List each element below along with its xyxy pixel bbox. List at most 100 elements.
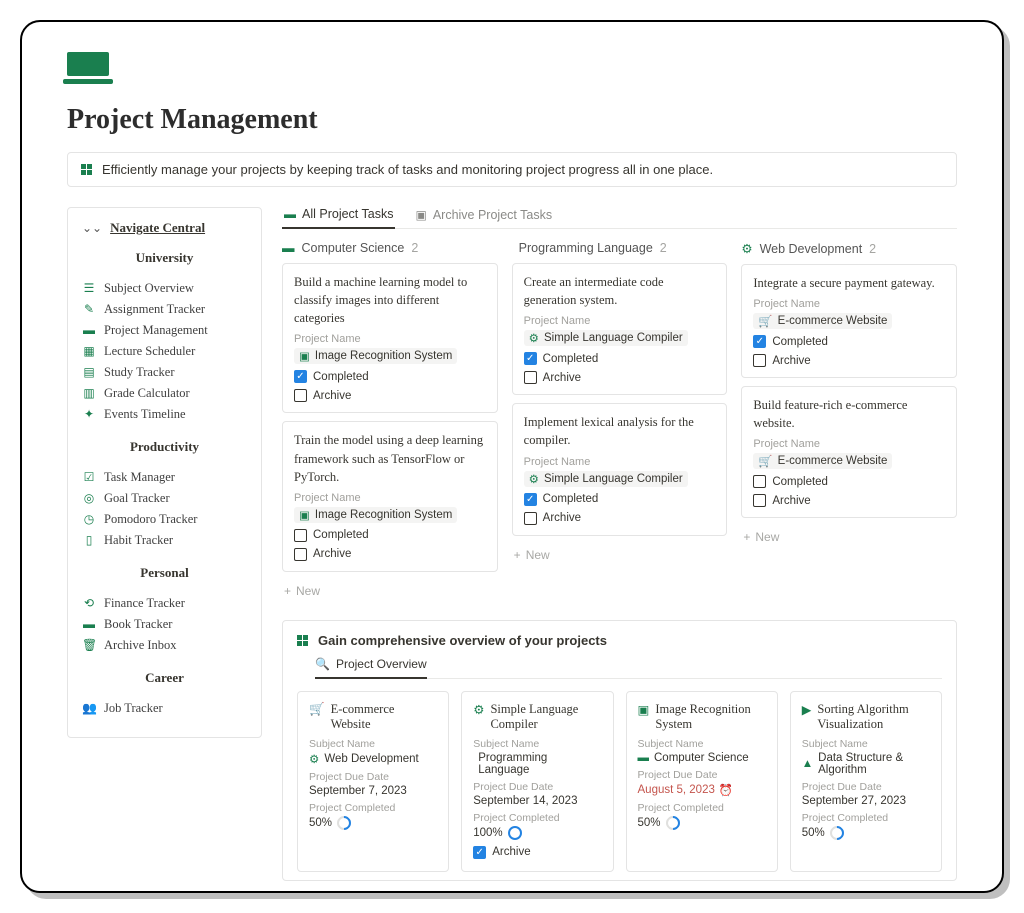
overview-card[interactable]: 🛒E-commerce WebsiteSubject Name⚙Web Deve…: [297, 691, 449, 872]
nav-label: Goal Tracker: [104, 491, 170, 506]
task-card[interactable]: Create an intermediate code generation s…: [512, 263, 728, 395]
nav-title[interactable]: Navigate Central: [110, 220, 205, 236]
sidebar-item-pomodoro-tracker[interactable]: ◷Pomodoro Tracker: [82, 509, 247, 530]
archive-checkbox[interactable]: [753, 494, 766, 507]
new-task-button[interactable]: +New: [282, 580, 498, 602]
field-label: Project Completed: [802, 812, 930, 824]
group-header[interactable]: Programming Language2: [512, 241, 728, 255]
section-heading: Personal: [82, 565, 247, 581]
completed-checkbox[interactable]: ✓: [294, 370, 307, 383]
tab-project-overview[interactable]: 🔍 Project Overview: [315, 657, 427, 679]
sidebar-item-grade-calculator[interactable]: ▥Grade Calculator: [82, 383, 247, 404]
task-title: Build feature-rich e-commerce website.: [753, 396, 945, 432]
task-card[interactable]: Build feature-rich e-commerce website.Pr…: [741, 386, 957, 518]
sort-icon: ▶: [802, 702, 812, 718]
sidebar-item-task-manager[interactable]: ☑Task Manager: [82, 467, 247, 488]
task-title: Train the model using a deep learning fr…: [294, 431, 486, 485]
image-icon: ▣: [638, 702, 650, 718]
percent: 100%: [473, 827, 502, 839]
completed-checkbox[interactable]: ✓: [524, 352, 537, 365]
completed-label: Completed: [543, 353, 599, 365]
globe-icon: ⚙: [741, 241, 752, 256]
sidebar-item-study-tracker[interactable]: ▤Study Tracker: [82, 362, 247, 383]
group-count: 2: [869, 242, 876, 256]
field-label: Project Name: [524, 456, 716, 468]
completed-checkbox[interactable]: [753, 475, 766, 488]
project-tag[interactable]: ▣Image Recognition System: [294, 348, 457, 364]
field-label: Project Name: [294, 492, 486, 504]
completed-checkbox[interactable]: [294, 529, 307, 542]
compiler-icon: ⚙: [529, 472, 539, 486]
completed-label: Completed: [772, 336, 828, 348]
archive-checkbox[interactable]: [753, 354, 766, 367]
project-tag[interactable]: ⚙Simple Language Compiler: [524, 330, 688, 346]
group-name: Computer Science: [302, 241, 405, 255]
sidebar-item-assignment-tracker[interactable]: ✎Assignment Tracker: [82, 299, 247, 320]
overview-section: Gain comprehensive overview of your proj…: [282, 620, 957, 881]
collapse-icon[interactable]: ⌄⌄: [82, 221, 102, 235]
check-square-icon: ☑: [82, 470, 96, 485]
task-card[interactable]: Integrate a secure payment gateway.Proje…: [741, 264, 957, 378]
overview-card[interactable]: ▣Image Recognition SystemSubject Name▬Co…: [626, 691, 778, 872]
new-label: New: [755, 530, 779, 544]
task-card[interactable]: Train the model using a deep learning fr…: [282, 421, 498, 571]
plus-icon: +: [514, 548, 521, 562]
nav-label: Habit Tracker: [104, 533, 173, 548]
new-label: New: [526, 548, 550, 562]
completed-checkbox[interactable]: ✓: [753, 335, 766, 348]
new-task-button[interactable]: +New: [741, 526, 957, 548]
sidebar-item-archive-inbox[interactable]: 🗑Archive Inbox: [82, 635, 247, 656]
subject-name: Data Structure & Algorithm: [818, 752, 930, 776]
group-header[interactable]: ⚙Web Development2: [741, 241, 957, 256]
cup-icon: ▯: [82, 533, 96, 548]
sidebar-item-book-tracker[interactable]: ▬Book Tracker: [82, 614, 247, 635]
sidebar-item-goal-tracker[interactable]: ◎Goal Tracker: [82, 488, 247, 509]
due-date-late: August 5, 2023⏰: [638, 783, 734, 797]
project-name: Image Recognition System: [315, 509, 452, 521]
field-label: Project Completed: [638, 802, 766, 814]
tab-archive-tasks[interactable]: ▣ Archive Project Tasks: [413, 207, 554, 228]
project-tag[interactable]: ⚙Simple Language Compiler: [524, 471, 688, 487]
nav-label: Study Tracker: [104, 365, 175, 380]
subject-name: Programming Language: [478, 752, 601, 776]
tab-all-tasks[interactable]: ▬ All Project Tasks: [282, 207, 395, 229]
search-icon: 🔍: [315, 657, 330, 671]
field-label: Subject Name: [802, 738, 930, 750]
archive-checkbox[interactable]: [524, 371, 537, 384]
sidebar-item-lecture-scheduler[interactable]: ▦Lecture Scheduler: [82, 341, 247, 362]
tab-label: Project Overview: [336, 657, 427, 671]
sidebar-item-finance-tracker[interactable]: ⟲Finance Tracker: [82, 593, 247, 614]
archive-checkbox[interactable]: [294, 389, 307, 402]
sidebar-item-habit-tracker[interactable]: ▯ Habit Tracker: [82, 530, 247, 551]
project-tag[interactable]: 🛒E-commerce Website: [753, 453, 892, 469]
sidebar-item-events-timeline[interactable]: ✦Events Timeline: [82, 404, 247, 425]
completed-checkbox[interactable]: ✓: [524, 493, 537, 506]
laptop-icon: ▬: [638, 752, 650, 764]
project-tag[interactable]: ▣Image Recognition System: [294, 507, 457, 523]
completed-label: Completed: [313, 529, 369, 541]
project-tag[interactable]: 🛒E-commerce Website: [753, 313, 892, 329]
field-label: Project Completed: [473, 812, 601, 824]
task-card[interactable]: Implement lexical analysis for the compi…: [512, 403, 728, 535]
new-task-button[interactable]: + New: [512, 544, 728, 566]
nav-label: Book Tracker: [104, 617, 172, 632]
overview-card[interactable]: ▶Sorting Algorithm VisualizationSubject …: [790, 691, 942, 872]
archive-checkbox[interactable]: [294, 548, 307, 561]
nav-label: Grade Calculator: [104, 386, 190, 401]
group-name: Programming Language: [519, 241, 653, 255]
tab-label: All Project Tasks: [302, 207, 393, 221]
archive-checkbox[interactable]: ✓: [473, 846, 486, 859]
project-title: E-commerce Website: [331, 702, 438, 732]
completed-label: Completed: [543, 493, 599, 505]
nav-label: Finance Tracker: [104, 596, 185, 611]
sidebar-item-job-tracker[interactable]: 👥Job Tracker: [82, 698, 247, 719]
overview-card[interactable]: ⚙Simple Language CompilerSubject NamePro…: [461, 691, 613, 872]
section-heading: Career: [82, 670, 247, 686]
sidebar-item-project-management[interactable]: ▬Project Management: [82, 320, 247, 341]
archive-checkbox[interactable]: [524, 512, 537, 525]
task-card[interactable]: Build a machine learning model to classi…: [282, 263, 498, 413]
archive-icon: 🗑: [82, 638, 96, 653]
completed-label: Completed: [313, 371, 369, 383]
group-header[interactable]: ▬Computer Science2: [282, 241, 498, 255]
sidebar-item-subject-overview[interactable]: ☰Subject Overview: [82, 278, 247, 299]
